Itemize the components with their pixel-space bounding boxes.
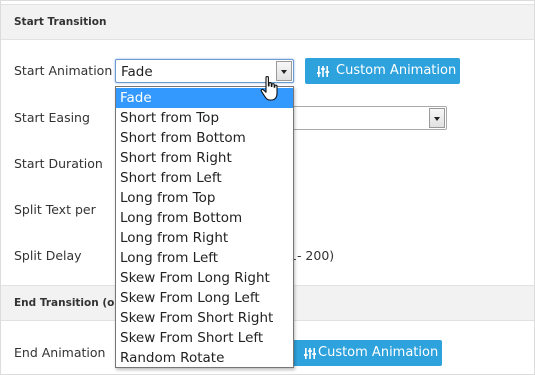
start-animation-label: Start Animation: [14, 63, 113, 78]
split-delay-hint: 1- 200): [289, 248, 335, 263]
sliders-icon: [317, 66, 329, 77]
end-transition-title: End Transition (opt: [14, 297, 127, 309]
dropdown-option[interactable]: Long from Top: [116, 188, 293, 208]
dropdown-option[interactable]: Skew From Short Left: [116, 328, 293, 348]
custom-animation-button-start[interactable]: Custom Animation: [305, 58, 460, 84]
dropdown-option[interactable]: Short from Top: [116, 108, 293, 128]
dropdown-option[interactable]: Short from Bottom: [116, 128, 293, 148]
start-transition-title: Start Transition: [14, 16, 107, 28]
dropdown-option[interactable]: Skew From Short Right: [116, 308, 293, 328]
dropdown-option[interactable]: Short from Left: [116, 168, 293, 188]
dropdown-option[interactable]: Skew From Long Right: [116, 268, 293, 288]
sliders-icon: [304, 348, 316, 359]
dropdown-option[interactable]: Short from Right: [116, 148, 293, 168]
split-delay-label: Split Delay: [14, 248, 82, 263]
start-duration-label: Start Duration: [14, 156, 103, 171]
end-animation-label: End Animation: [14, 345, 106, 360]
chevron-down-icon[interactable]: [429, 108, 445, 128]
start-easing-label: Start Easing: [14, 110, 90, 125]
dropdown-option[interactable]: Random Rotate: [116, 348, 293, 368]
dropdown-option[interactable]: Long from Left: [116, 248, 293, 268]
start-animation-value: Fade: [121, 64, 153, 80]
hand-cursor-icon: [260, 75, 278, 101]
custom-animation-label: Custom Animation: [318, 345, 439, 360]
start-transition-header: Start Transition: [1, 4, 534, 40]
custom-animation-label: Custom Animation: [336, 63, 457, 78]
dropdown-option[interactable]: Long from Bottom: [116, 208, 293, 228]
transition-settings-panel: Start Transition Start Animation Fade Cu…: [0, 0, 535, 375]
start-animation-dropdown-list[interactable]: Fade Short from Top Short from Bottom Sh…: [115, 86, 294, 368]
dropdown-option[interactable]: Skew From Long Left: [116, 288, 293, 308]
split-text-label: Split Text per: [14, 202, 96, 217]
custom-animation-button-end[interactable]: Custom Animation: [292, 340, 442, 366]
dropdown-option[interactable]: Long from Right: [116, 228, 293, 248]
